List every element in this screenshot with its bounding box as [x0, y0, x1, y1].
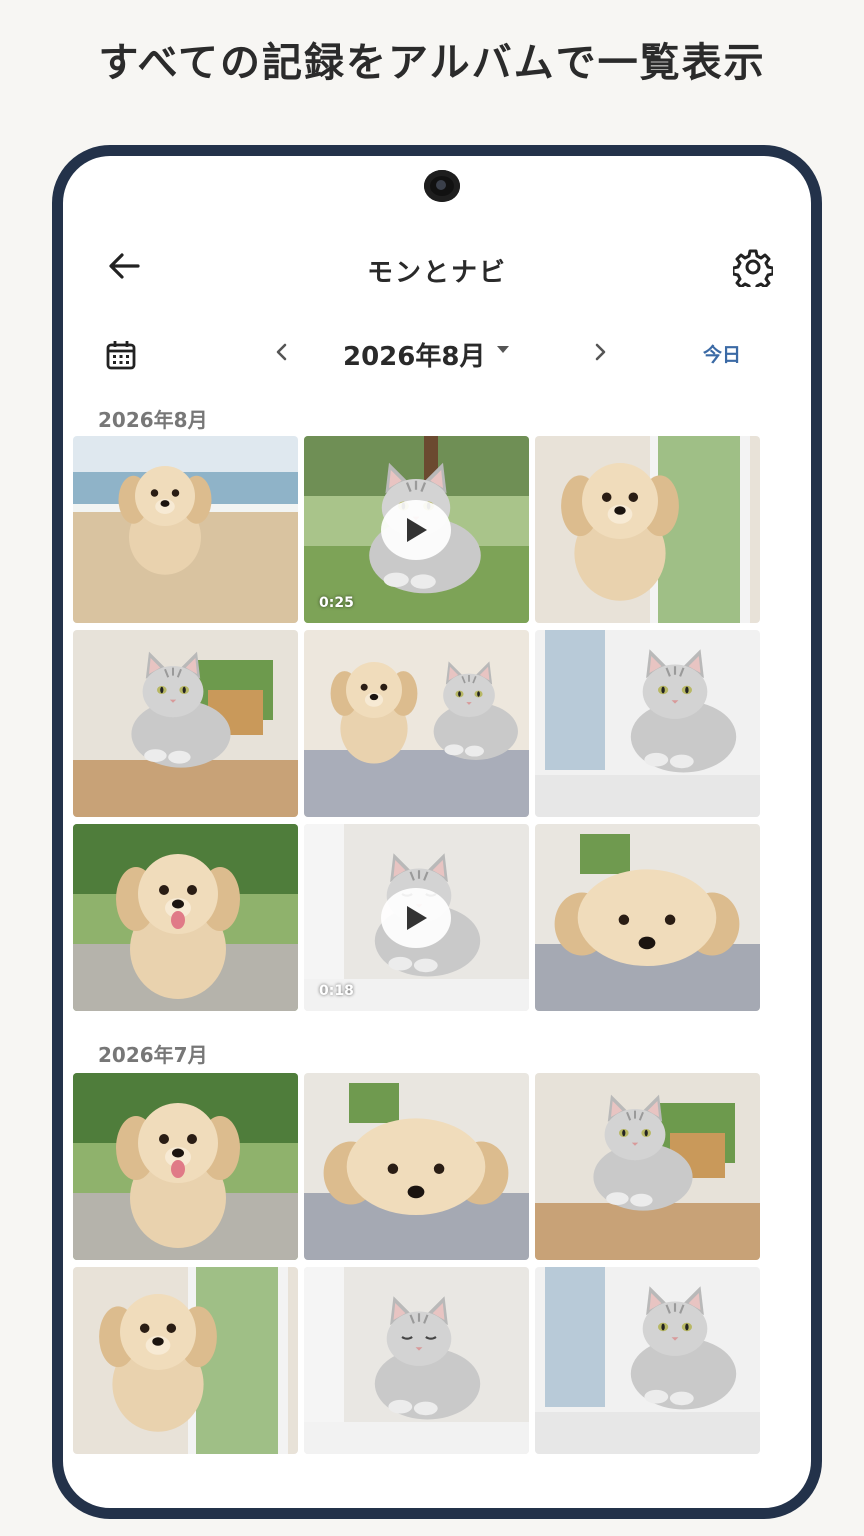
thumbnail-image: [304, 1267, 529, 1454]
month-label: 2026年8月: [343, 342, 486, 372]
page-headline: すべての記録をアルバムで一覧表示: [98, 40, 766, 86]
photo-thumbnail[interactable]: [73, 824, 298, 1011]
month-selector[interactable]: 2026年8月: [343, 336, 511, 373]
photo-grid: [73, 1073, 760, 1454]
section-header: 2026年8月: [98, 408, 208, 432]
video-thumbnail[interactable]: 0:25: [304, 436, 529, 623]
photo-thumbnail[interactable]: [304, 1073, 529, 1260]
phone-frame: モンとナビ 2026年8月 今日 2026年8月 0:25 0:18 2026年…: [52, 145, 822, 1519]
photo-thumbnail[interactable]: [304, 1267, 529, 1454]
app-bar: モンとナビ: [63, 226, 811, 306]
video-duration: 0:25: [319, 595, 354, 611]
photo-thumbnail[interactable]: [535, 824, 760, 1011]
thumbnail-image: [73, 630, 298, 817]
app-title: モンとナビ: [366, 258, 507, 288]
calendar-icon: [106, 341, 136, 370]
previous-month-button[interactable]: [258, 328, 306, 376]
photo-thumbnail[interactable]: [535, 630, 760, 817]
play-icon: [407, 906, 427, 930]
photo-grid: 0:25 0:18: [73, 436, 760, 1011]
photo-thumbnail[interactable]: [304, 630, 529, 817]
play-button[interactable]: [381, 888, 451, 948]
front-camera: [424, 170, 460, 202]
thumbnail-image: [535, 630, 760, 817]
photo-thumbnail[interactable]: [73, 1267, 298, 1454]
thumbnail-image: [73, 436, 298, 623]
today-button[interactable]: 今日: [703, 340, 741, 367]
caret-down-icon: [497, 345, 510, 353]
thumbnail-image: [535, 1267, 760, 1454]
next-month-button[interactable]: [576, 328, 624, 376]
chevron-left-icon: [276, 343, 287, 361]
thumbnail-image: [73, 824, 298, 1011]
video-thumbnail[interactable]: 0:18: [304, 824, 529, 1011]
month-navigation: 2026年8月 今日: [63, 316, 811, 386]
thumbnail-image: [73, 1267, 298, 1454]
section-header: 2026年7月: [98, 1043, 208, 1067]
chevron-right-icon: [595, 343, 606, 361]
thumbnail-image: [304, 630, 529, 817]
settings-button[interactable]: [729, 243, 777, 291]
photo-thumbnail[interactable]: [73, 630, 298, 817]
play-button[interactable]: [381, 500, 451, 560]
gear-icon: [733, 249, 773, 287]
photo-thumbnail[interactable]: [535, 1267, 760, 1454]
thumbnail-image: [535, 824, 760, 1011]
calendar-button[interactable]: [97, 331, 145, 379]
thumbnail-image: [535, 1073, 760, 1260]
thumbnail-image: [535, 436, 760, 623]
photo-thumbnail[interactable]: [73, 1073, 298, 1260]
play-icon: [407, 518, 427, 542]
photo-thumbnail[interactable]: [73, 436, 298, 623]
thumbnail-image: [304, 1073, 529, 1260]
video-duration: 0:18: [319, 983, 354, 999]
thumbnail-image: [73, 1073, 298, 1260]
photo-thumbnail[interactable]: [535, 436, 760, 623]
photo-thumbnail[interactable]: [535, 1073, 760, 1260]
